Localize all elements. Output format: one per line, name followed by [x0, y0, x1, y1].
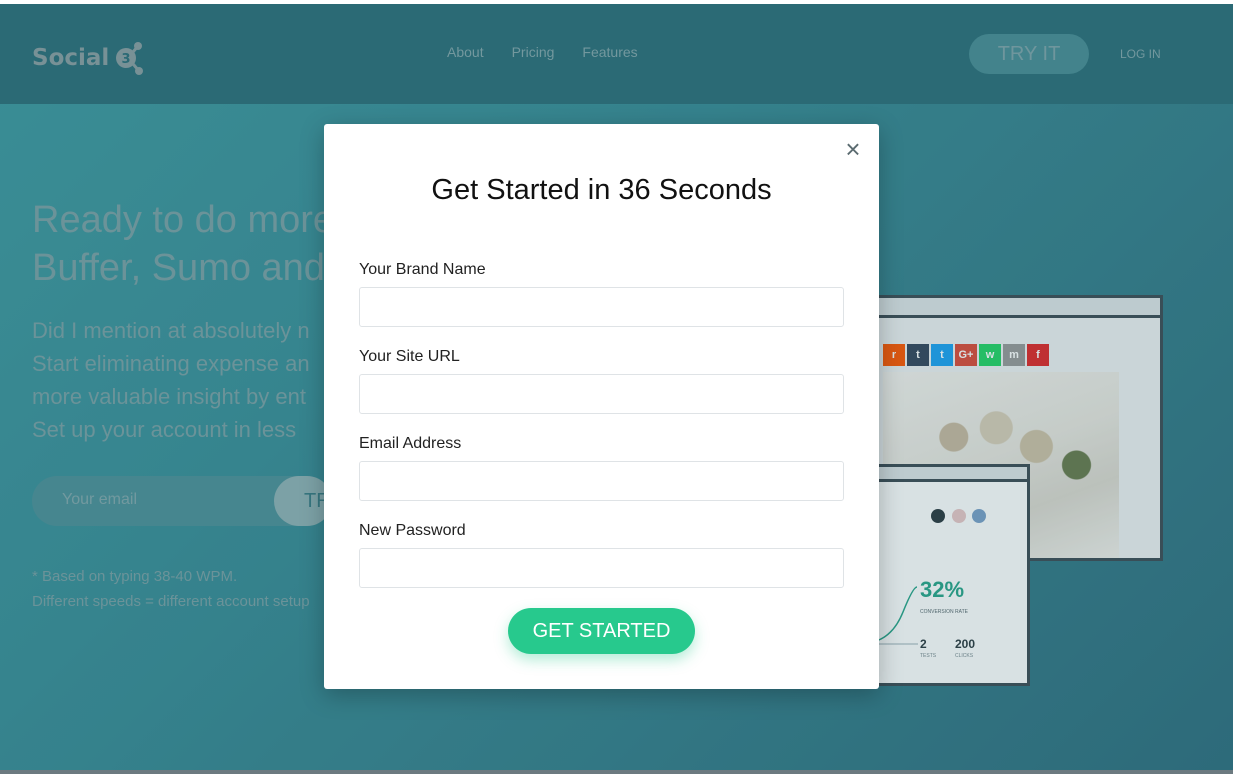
site-url-label: Your Site URL [359, 348, 460, 365]
get-started-button[interactable]: GET STARTED [508, 608, 695, 654]
site-url-input[interactable] [359, 374, 844, 414]
signup-modal: × Get Started in 36 Seconds Your Brand N… [324, 124, 879, 689]
modal-title: Get Started in 36 Seconds [431, 174, 772, 206]
password-label: New Password [359, 522, 466, 539]
brand-name-input[interactable] [359, 287, 844, 327]
email-input[interactable] [359, 461, 844, 501]
close-icon[interactable]: × [842, 136, 864, 162]
bottom-border [0, 770, 1233, 774]
brand-name-label: Your Brand Name [359, 261, 486, 278]
email-label: Email Address [359, 435, 462, 452]
password-input[interactable] [359, 548, 844, 588]
